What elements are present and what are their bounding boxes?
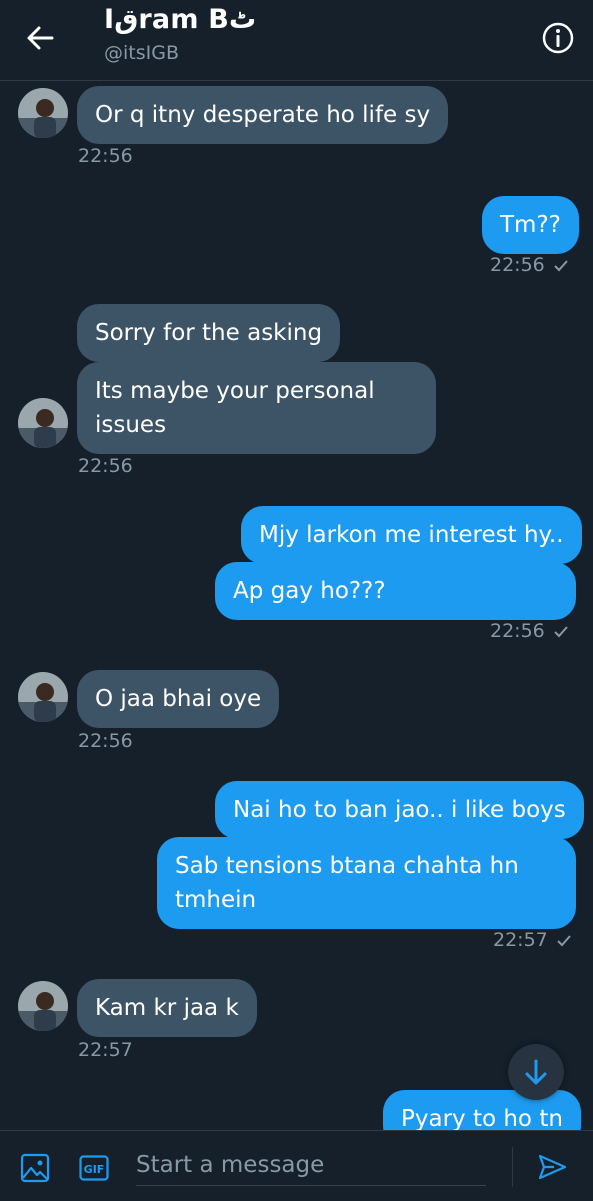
message-bubble-outgoing[interactable]: Ap gay ho??? [215,562,576,620]
check-icon [553,256,569,278]
arrow-down-icon [525,1059,547,1085]
check-icon [553,622,569,644]
info-button[interactable] [540,20,576,56]
avatar[interactable] [18,88,68,138]
message-bubble-incoming[interactable]: Or q itny desperate ho life sy [77,86,449,144]
message-input[interactable] [136,1145,486,1186]
send-button[interactable] [536,1151,568,1187]
message-bubble-incoming[interactable]: O jaa bhai oye [77,670,280,728]
back-button[interactable] [22,20,58,56]
message-bubble-outgoing[interactable]: Sab tensions btana chahta hn tmhein [157,837,576,929]
message-composer: GIF [0,1130,593,1201]
gif-icon: GIF [79,1155,109,1181]
add-gif-button[interactable]: GIF [79,1155,109,1185]
image-icon [20,1153,50,1183]
message-bubble-outgoing[interactable]: Mjy larkon me interest hy.. [241,506,582,564]
profile-photo-icon [18,88,68,138]
conversation-handle[interactable]: @itsIGB [104,42,179,64]
timestamp-text: 22:56 [490,254,545,276]
avatar[interactable] [18,398,68,448]
timestamp-text: 22:57 [493,929,548,951]
arrow-left-icon [27,26,54,50]
message-bubble-outgoing[interactable]: Nai ho to ban jao.. i like boys [215,781,584,839]
message-timestamp: 22:56 [78,145,133,167]
profile-photo-icon [18,672,68,722]
send-icon [538,1154,567,1180]
profile-photo-icon [18,981,68,1031]
add-image-button[interactable] [20,1153,50,1187]
message-timestamp: 22:57 [78,1039,133,1061]
info-icon [542,22,574,54]
message-timestamp: 22:56 [78,455,133,477]
message-bubble-incoming[interactable]: Its maybe your personal issues [77,362,436,454]
message-timestamp: 22:56 [490,620,569,644]
conversation-title[interactable]: Iقram Bٹ [104,4,256,35]
scroll-to-bottom-button[interactable] [508,1044,564,1100]
message-bubble-outgoing[interactable]: Tm?? [482,196,579,254]
divider [512,1147,513,1187]
message-timestamp: 22:56 [78,730,133,752]
gif-label: GIF [84,1163,105,1176]
timestamp-text: 22:56 [490,620,545,642]
avatar[interactable] [18,672,68,722]
conversation-header: Iقram Bٹ @itsIGB [0,0,593,81]
check-icon [556,931,572,953]
profile-photo-icon [18,398,68,448]
message-bubble-incoming[interactable]: Sorry for the asking [77,304,341,362]
message-timestamp: 22:57 [493,929,572,953]
message-timestamp: 22:56 [490,254,569,278]
avatar[interactable] [18,981,68,1031]
message-bubble-incoming[interactable]: Kam kr jaa k [77,979,257,1037]
